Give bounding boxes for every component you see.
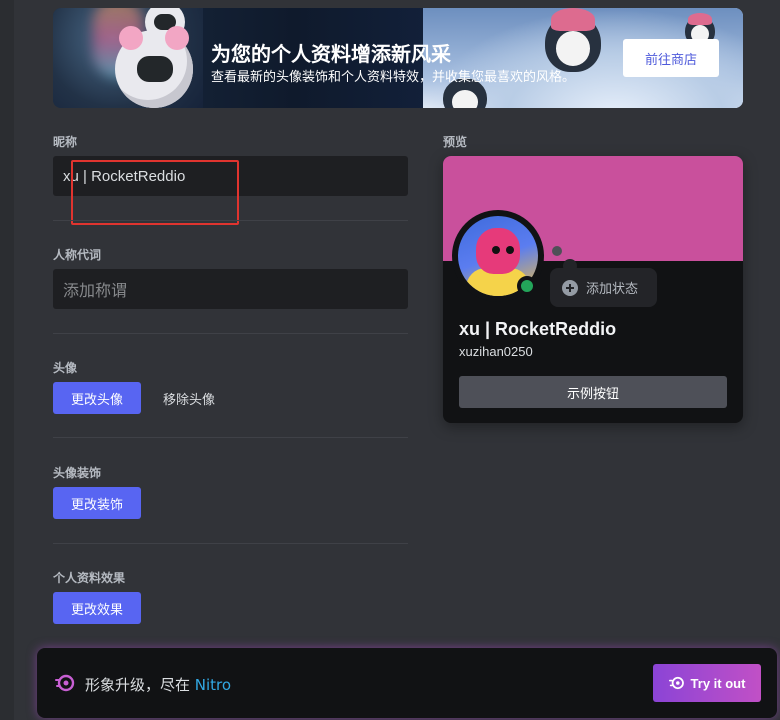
- bear-mascot-icon: [115, 26, 193, 108]
- example-button[interactable]: 示例按钮: [459, 376, 727, 408]
- banner-subtitle: 查看最新的头像装饰和个人资料特效，并收集您最喜欢的风格。: [211, 70, 576, 85]
- divider: [53, 543, 408, 544]
- change-effect-button[interactable]: 更改效果: [53, 592, 141, 624]
- pronouns-label: 人称代词: [53, 248, 102, 262]
- decoration-label: 头像装饰: [53, 466, 102, 480]
- shop-promo-banner: 为您的个人资料增添新风采 查看最新的头像装饰和个人资料特效，并收集您最喜欢的风格…: [53, 8, 743, 108]
- profile-effect-label: 个人资料效果: [53, 571, 126, 585]
- add-status-button[interactable]: 添加状态: [550, 268, 657, 307]
- banner-illustration-left: [53, 8, 203, 108]
- profile-preview-card: 添加状态 xu | RocketReddio xuzihan0250 示例按钮: [443, 156, 743, 423]
- nickname-label: 昵称: [53, 135, 78, 149]
- online-status-icon: [517, 276, 537, 296]
- divider: [53, 220, 408, 221]
- try-it-out-label: Try it out: [690, 675, 746, 691]
- divider: [53, 333, 408, 334]
- penguin-icon: [545, 8, 601, 72]
- nitro-icon: [668, 676, 684, 690]
- nitro-icon: [55, 674, 75, 692]
- change-decoration-button[interactable]: 更改装饰: [53, 487, 141, 519]
- preview-label: 预览: [443, 135, 468, 149]
- avatar-label: 头像: [53, 361, 78, 375]
- nitro-brand: Nitro: [194, 676, 232, 694]
- change-avatar-button[interactable]: 更改头像: [53, 382, 141, 414]
- nitro-upsell-text: 形象升级，尽在 Nitro: [85, 674, 231, 695]
- pronouns-input[interactable]: 添加称谓: [53, 269, 408, 309]
- remove-avatar-button[interactable]: 移除头像: [153, 382, 225, 414]
- divider: [53, 437, 408, 438]
- display-name: xu | RocketReddio: [459, 319, 617, 339]
- thought-bubble-dot: [552, 246, 562, 256]
- username: xuzihan0250: [459, 344, 533, 359]
- banner-title: 为您的个人资料增添新风采: [211, 42, 451, 66]
- highlight-annotation: [71, 160, 239, 225]
- go-to-shop-button[interactable]: 前往商店: [623, 39, 719, 77]
- nitro-upsell-prefix: 形象升级，尽在: [85, 676, 195, 694]
- plus-circle-icon: [562, 279, 578, 296]
- left-rail: [0, 0, 14, 720]
- add-status-label: 添加状态: [586, 282, 639, 297]
- try-it-out-button[interactable]: Try it out: [653, 664, 761, 702]
